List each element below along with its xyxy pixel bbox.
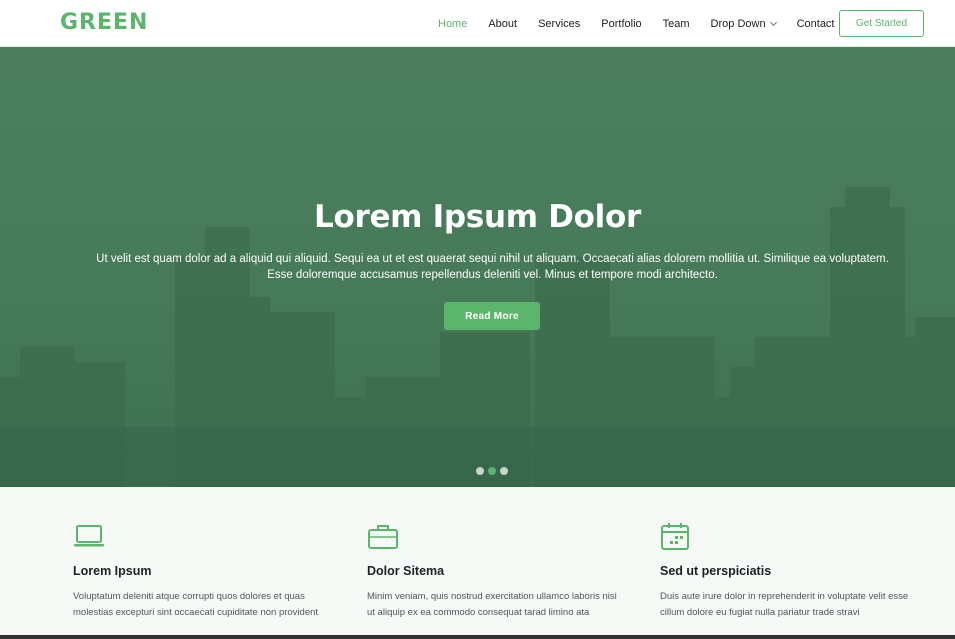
feature-title: Sed ut perspiciatis xyxy=(660,564,772,578)
nav-item-team[interactable]: Team xyxy=(663,18,690,30)
calendar-icon xyxy=(661,523,689,550)
get-started-button[interactable]: Get Started xyxy=(839,10,924,37)
hero-title: Lorem Ipsum Dolor xyxy=(314,199,641,235)
nav-item-home[interactable]: Home xyxy=(438,18,467,30)
feature-text: Duis aute irure dolor in reprehenderit i… xyxy=(660,591,909,618)
feature-text: Minim veniam, quis nostrud exercitation … xyxy=(367,591,617,618)
nav-item-dropdown[interactable]: Drop Down xyxy=(710,17,777,30)
nav-item-about[interactable]: About xyxy=(488,18,517,30)
hero-text: Ut velit est quam dolor ad a aliquid qui… xyxy=(96,253,889,281)
carousel-dot-3[interactable] xyxy=(500,467,508,475)
main-nav: Home About Services Portfolio Team Drop … xyxy=(438,0,856,47)
features-section: Lorem Ipsum Voluptatum deleniti atque co… xyxy=(0,487,955,639)
hero-section: Lorem Ipsum Dolor Ut velit est quam dolo… xyxy=(0,47,955,487)
feature-text: Voluptatum deleniti atque corrupti quos … xyxy=(73,591,319,618)
nav-item-contact[interactable]: Contact xyxy=(797,18,835,30)
chevron-down-icon xyxy=(769,18,777,26)
feature-title: Lorem Ipsum xyxy=(73,564,152,578)
laptop-icon xyxy=(74,525,104,547)
carousel-indicators xyxy=(476,467,512,475)
bottom-scroll-bar xyxy=(0,635,955,639)
nav-item-services[interactable]: Services xyxy=(538,18,580,30)
logo[interactable]: GREEN xyxy=(60,10,148,35)
carousel-dot-2[interactable] xyxy=(488,467,496,475)
nav-item-dropdown-label: Drop Down xyxy=(710,17,766,30)
read-more-button[interactable]: Read More xyxy=(444,302,540,330)
nav-item-portfolio[interactable]: Portfolio xyxy=(601,18,641,30)
feature-title: Dolor Sitema xyxy=(367,564,445,578)
briefcase-icon xyxy=(368,525,398,549)
carousel-dot-1[interactable] xyxy=(476,467,484,475)
site-header: GREEN Home About Services Portfolio Team… xyxy=(0,0,955,47)
